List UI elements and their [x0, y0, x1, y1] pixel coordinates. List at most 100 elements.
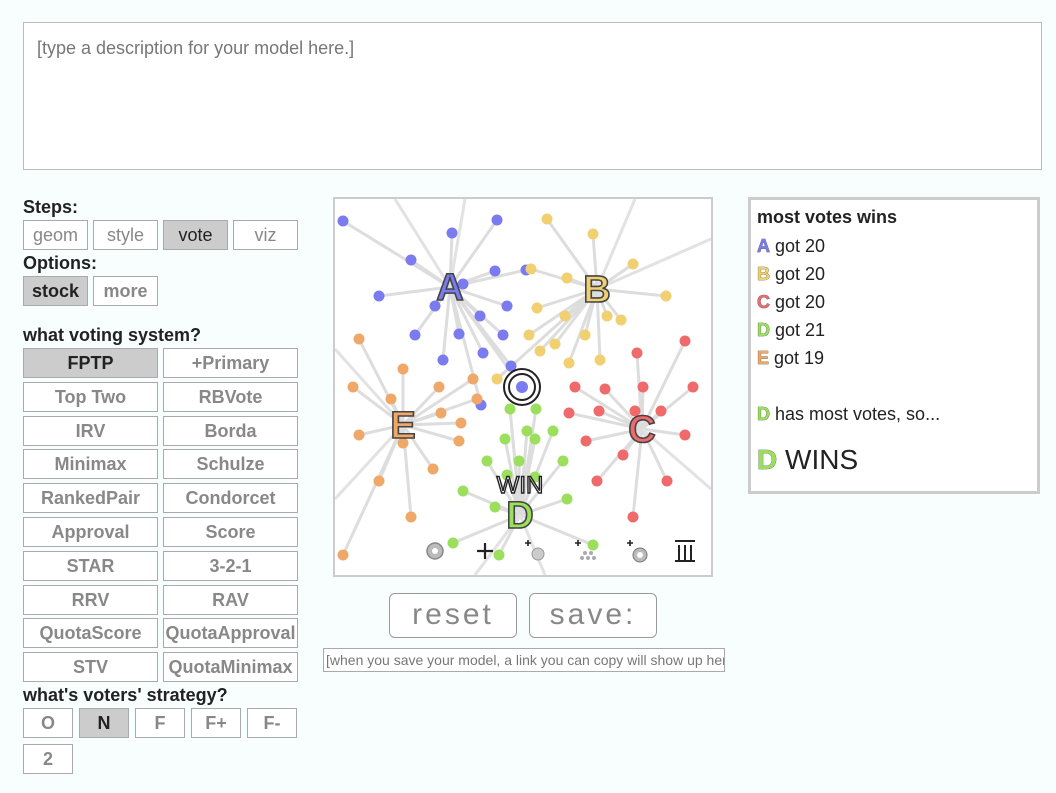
- winner-text: WINS: [777, 444, 859, 475]
- results-title: most votes wins: [757, 207, 898, 227]
- voter-dot: [489, 501, 501, 513]
- voter-dot: [561, 272, 573, 284]
- voting-system-fptp-button[interactable]: FPTP: [23, 348, 158, 378]
- strategy-label: what's voters' strategy?: [23, 685, 228, 705]
- voter-dot: [587, 539, 599, 551]
- voting-system-label: what voting system?: [23, 325, 202, 345]
- voter-dot: [337, 215, 349, 227]
- voter-dot: [435, 407, 447, 419]
- voter-dot: [405, 511, 417, 523]
- voting-system-rbvote-button[interactable]: RBVote: [163, 381, 298, 412]
- voter-dot: [373, 475, 385, 487]
- voting-system-approval-button[interactable]: Approval: [23, 517, 158, 547]
- voter-dot: [504, 403, 516, 415]
- trash-icon[interactable]: [675, 540, 695, 562]
- strategy-f-plus-button[interactable]: F+: [191, 708, 241, 738]
- step-vote-button[interactable]: vote: [163, 220, 228, 250]
- voter-dot: [353, 429, 365, 441]
- voting-system-top-two-button[interactable]: Top Two: [23, 381, 158, 412]
- voter-dot: [353, 333, 365, 345]
- voter-dot: [679, 429, 691, 441]
- voter-dot: [661, 475, 673, 487]
- voter-dot: [563, 357, 575, 369]
- step-viz-button[interactable]: viz: [233, 220, 298, 250]
- voter-dot: [337, 549, 349, 561]
- voter-dot: [453, 328, 465, 340]
- candidate-e-marker[interactable]: E: [390, 404, 417, 448]
- strategy-f-minus-button[interactable]: F-: [247, 708, 297, 738]
- voting-system-quotaminimax-button[interactable]: QuotaMinimax: [163, 652, 298, 683]
- voting-system-quotaapproval-button[interactable]: QuotaApproval: [163, 618, 298, 649]
- voting-system-borda-button[interactable]: Borda: [163, 415, 298, 446]
- winner-letter: D: [757, 444, 778, 476]
- median-voter-target-icon[interactable]: [503, 368, 541, 406]
- voter-dot: [491, 373, 503, 385]
- voter-dot: [481, 455, 493, 467]
- tally-row: E got 19: [757, 344, 1031, 372]
- voter-simulation-canvas[interactable]: A B C D E WIN: [333, 197, 713, 577]
- strategy-f-button[interactable]: F: [135, 708, 185, 738]
- voter-dot: [447, 537, 459, 549]
- candidate-b-marker[interactable]: B: [582, 268, 611, 312]
- voting-system-rankedpair-button[interactable]: RankedPair: [23, 483, 158, 514]
- candidate-d-marker[interactable]: D: [505, 494, 534, 538]
- voting-system-rrv-button[interactable]: RRV: [23, 584, 158, 615]
- voter-dot: [615, 314, 627, 326]
- voter-dot: [497, 329, 509, 341]
- voting-system-rav-button[interactable]: RAV: [163, 584, 298, 615]
- option-more-button[interactable]: more: [93, 276, 158, 306]
- option-stock-button[interactable]: stock: [23, 276, 88, 306]
- candidate-c-marker[interactable]: C: [627, 408, 656, 452]
- voter-dot: [409, 329, 421, 341]
- voting-system-3-2-1-button[interactable]: 3-2-1: [163, 550, 298, 581]
- voter-dot: [579, 329, 591, 341]
- voting-system-irv-button[interactable]: IRV: [23, 415, 158, 446]
- voting-system-star-button[interactable]: STAR: [23, 550, 158, 581]
- strategy-o-button[interactable]: O: [23, 708, 73, 738]
- step-geom-button[interactable]: geom: [23, 220, 88, 250]
- add-gear-crowd-icon[interactable]: [627, 540, 648, 563]
- voting-system-condorcet-button[interactable]: Condorcet: [163, 483, 298, 514]
- voter-dot: [534, 345, 546, 357]
- voter-dot: [491, 214, 503, 226]
- voter-dot: [531, 302, 543, 314]
- voter-dot: [563, 407, 575, 419]
- reset-button[interactable]: reset: [389, 593, 517, 638]
- save-link-field[interactable]: [when you save your model, a link you ca…: [323, 648, 725, 672]
- strategy-n-button[interactable]: N: [79, 708, 129, 738]
- voter-dot: [525, 263, 537, 275]
- candidate-letter: D: [757, 320, 771, 341]
- voter-dot: [593, 405, 605, 417]
- voter-dot: [580, 435, 592, 447]
- voter-dot: [457, 485, 469, 497]
- tally-text: got 20: [770, 264, 826, 284]
- voter-dot: [547, 425, 559, 437]
- tally-text: got 21: [770, 320, 826, 340]
- strategy-2-button[interactable]: 2: [23, 744, 73, 774]
- gear-icon[interactable]: [426, 542, 444, 560]
- tally-text: got 19: [769, 348, 825, 368]
- voter-dot: [521, 425, 533, 437]
- tally-row: C got 20: [757, 288, 1031, 316]
- voting-system-quotascore-button[interactable]: QuotaScore: [23, 618, 158, 649]
- voting-system-primary-button[interactable]: +Primary: [163, 348, 298, 378]
- voting-system-stv-button[interactable]: STV: [23, 652, 158, 683]
- step-style-button[interactable]: style: [93, 220, 158, 250]
- voter-dot: [660, 290, 672, 302]
- voter-dot: [631, 347, 643, 359]
- voting-system-score-button[interactable]: Score: [163, 517, 298, 547]
- voter-dot: [397, 363, 409, 375]
- voting-system-minimax-button[interactable]: Minimax: [23, 449, 158, 480]
- election-results-panel: most votes wins A got 20 B got 20 C got 20…: [748, 197, 1040, 494]
- candidate-a-marker[interactable]: A: [435, 266, 464, 310]
- steps-label: Steps:: [23, 197, 79, 217]
- voter-dot: [373, 290, 385, 302]
- save-button[interactable]: save:: [529, 593, 657, 638]
- voter-dot: [523, 329, 535, 341]
- voter-dot: [499, 433, 511, 445]
- voter-dot: [471, 393, 483, 405]
- model-description-textarea[interactable]: [type a description for your model here.…: [23, 22, 1042, 170]
- add-voter-icon[interactable]: [525, 540, 545, 561]
- candidate-letter: C: [757, 292, 771, 313]
- voting-system-schulze-button[interactable]: Schulze: [163, 449, 298, 480]
